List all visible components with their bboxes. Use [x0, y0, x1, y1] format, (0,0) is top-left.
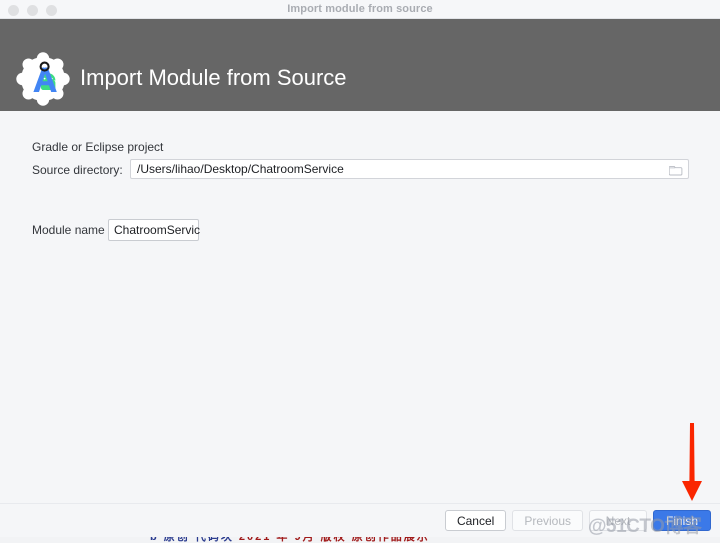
- window-title: Import module from source: [0, 0, 720, 18]
- source-directory-label: Source directory:: [32, 163, 123, 177]
- android-studio-logo-icon: [13, 49, 73, 109]
- finish-button[interactable]: Finish: [653, 510, 711, 531]
- module-name-label: Module name: [32, 223, 105, 237]
- footer-button-group: Cancel Previous Next Finish: [445, 510, 711, 531]
- clipped-strip-text-right: 2021 年 9月 版权 原创作品展示: [239, 537, 430, 543]
- source-directory-input[interactable]: /Users/lihao/Desktop/ChatroomService: [130, 159, 689, 179]
- next-button[interactable]: Next: [589, 510, 647, 531]
- source-directory-value: /Users/lihao/Desktop/ChatroomService: [137, 160, 344, 178]
- project-type-label: Gradle or Eclipse project: [32, 140, 163, 154]
- cancel-button[interactable]: Cancel: [445, 510, 506, 531]
- folder-icon[interactable]: [669, 163, 683, 175]
- module-name-value: ChatroomServic: [114, 220, 200, 240]
- red-down-arrow-icon: [676, 421, 708, 505]
- module-name-input[interactable]: ChatroomServic: [108, 219, 199, 241]
- dialog-header: Import Module from Source: [0, 19, 720, 111]
- dialog-title: Import Module from Source: [80, 63, 347, 93]
- clipped-background-strip: b 原创 代码块 2021 年 9月 版权 原创作品展示: [0, 537, 720, 543]
- dialog-window: Import module from source: [0, 0, 720, 543]
- clipped-strip-text: b 原创 代码块 2021 年 9月 版权 原创作品展示: [150, 537, 430, 543]
- dialog-footer: Cancel Previous Next Finish: [0, 503, 720, 537]
- title-bar: Import module from source: [0, 0, 720, 19]
- clipped-strip-text-left: b 原创 代码块: [150, 537, 234, 543]
- previous-button[interactable]: Previous: [512, 510, 583, 531]
